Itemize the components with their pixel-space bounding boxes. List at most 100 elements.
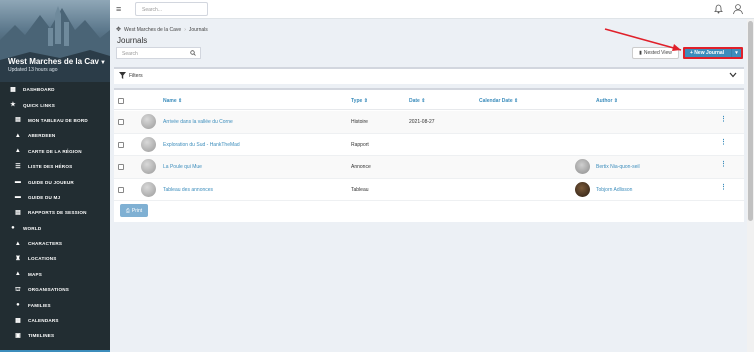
sidebar-item-guide-du-joueur[interactable]: ▬ Guide du joueur <box>0 174 110 189</box>
book-icon: ▬ <box>14 179 22 186</box>
sidebar-item-label: Mon tableau de bord <box>28 117 88 123</box>
caret-down-icon[interactable]: ▾ <box>731 49 741 57</box>
scrollbar-thumb[interactable] <box>748 21 753 221</box>
journal-thumbnail <box>141 159 156 174</box>
table-row[interactable]: Exploration du Sud - HankTheMad Rapport … <box>114 134 744 156</box>
header-calendar-date[interactable]: Calendar Date ⇕ <box>479 98 518 104</box>
sidebar-item-aberdeen[interactable]: ▲ Aberdeen <box>0 128 110 143</box>
journals-table: Name ⇕ Type ⇕ Date ⇕ Calendar Date ⇕ Aut… <box>114 88 744 222</box>
journal-thumbnail <box>141 114 156 129</box>
sidebar-item-maps[interactable]: ▲ Maps <box>0 267 110 282</box>
journal-name-link[interactable]: La Poule qui Mue <box>163 164 202 170</box>
chevron-down-icon[interactable] <box>729 72 737 78</box>
select-all-checkbox[interactable] <box>118 98 124 104</box>
sidebar-item-label: World <box>23 225 42 231</box>
globe-icon: ● <box>11 225 15 232</box>
row-checkbox[interactable] <box>118 186 124 193</box>
campaign-name[interactable]: West Marches de la Cav▼ <box>8 57 106 66</box>
header-type[interactable]: Type ⇕ <box>351 98 368 104</box>
menu-toggle-icon[interactable]: ≡ <box>116 4 121 14</box>
sidebar-item-locations[interactable]: ♜ Locations <box>0 251 110 266</box>
print-label: Print <box>131 207 143 214</box>
sidebar-item-carte-de-la-r-gion[interactable]: ▲ Carte de la région <box>0 144 110 159</box>
org-icon: ⛫ <box>15 286 21 293</box>
breadcrumb-campaign[interactable]: West Marches de la Cave <box>124 27 181 33</box>
timeline-icon: ▣ <box>15 332 21 339</box>
row-checkbox[interactable] <box>118 164 124 170</box>
journal-search-input[interactable]: Search <box>116 47 201 59</box>
sidebar-item-label: Maps <box>28 271 43 277</box>
sidebar-item-label: Guide du MJ <box>28 194 61 200</box>
header-date[interactable]: Date ⇕ <box>409 98 425 104</box>
sidebar-item-guide-du-mj[interactable]: ▬ Guide du MJ <box>0 190 110 205</box>
breadcrumb-current: Journals <box>188 26 208 33</box>
sidebar-item-label: Families <box>28 302 51 308</box>
row-checkbox[interactable] <box>118 141 124 148</box>
sidebar-item-organisations[interactable]: ⛫ Organisations <box>0 282 110 297</box>
sidebar-item-world[interactable]: ● World <box>0 221 110 236</box>
sidebar-item-families[interactable]: ● Families <box>0 297 110 312</box>
sidebar-menu: ▦ Dashboard ★ Quick Links ▤ Mon tableau de bo… <box>0 82 110 344</box>
more-actions-icon[interactable]: ⋮ <box>720 139 727 146</box>
filters-label: Filters <box>129 73 143 79</box>
sidebar-item-label: Rapports de session <box>28 210 87 216</box>
journal-name-link[interactable]: Tableau des annonces <box>163 187 213 193</box>
global-search-input[interactable]: Search... <box>135 2 208 16</box>
journal-type: Tableau <box>351 186 369 193</box>
sidebar-item-rapports-de-session[interactable]: ▤ Rapports de session <box>0 205 110 220</box>
campaign-banner[interactable]: West Marches de la Cav▼ Updated 13 hours… <box>0 0 110 82</box>
dashboard-icon: ▦ <box>10 86 16 93</box>
user-icon: ▲ <box>14 240 22 247</box>
breadcrumb: ✥ West Marches de la Cave › Journals <box>116 26 208 34</box>
new-journal-label: + New Journal <box>690 50 725 56</box>
calendar-icon: ▦ <box>15 317 21 324</box>
author-link[interactable]: Tobjorn Adlisson <box>596 187 632 193</box>
print-button[interactable]: ⎙ Print <box>120 204 148 217</box>
nested-view-label: Nested View <box>643 50 672 56</box>
page-title: Journals <box>117 36 148 45</box>
table-row[interactable]: La Poule qui Mue Annonce Bertix Nia-quon… <box>114 156 744 179</box>
sidebar-item-liste-des-h-ros[interactable]: ☰ Liste des héros <box>0 159 110 174</box>
tower-icon: ♜ <box>15 255 21 262</box>
journal-name-link[interactable]: Arrivée dans la vallée du Corne <box>163 119 233 125</box>
sidebar-item-label: Dashboard <box>23 87 55 93</box>
more-actions-icon[interactable]: ⋮ <box>720 161 727 168</box>
header-name[interactable]: Name ⇕ <box>163 98 182 104</box>
campaign-name-text: West Marches de la Cav <box>8 57 100 66</box>
page-scrollbar[interactable] <box>747 19 754 352</box>
more-actions-icon[interactable]: ⋮ <box>720 116 727 123</box>
more-actions-icon[interactable]: ⋮ <box>720 184 727 191</box>
journal-type: Rapport <box>351 141 369 148</box>
journal-name-link[interactable]: Exploration du Sud - HankTheMad <box>163 142 240 148</box>
sidebar: West Marches de la Cav▼ Updated 13 hours… <box>0 0 110 352</box>
print-icon: ⎙ <box>125 207 130 214</box>
journal-thumbnail <box>141 181 156 197</box>
sidebar-item-mon-tableau-de-bord[interactable]: ▤ Mon tableau de bord <box>0 113 110 128</box>
sidebar-item-dashboard[interactable]: ▦ Dashboard <box>0 82 110 97</box>
map-pin-icon: ▲ <box>14 132 22 139</box>
journal-thumbnail <box>141 136 156 152</box>
table-row[interactable]: Arrivée dans la vallée du Corne Histoire… <box>114 111 744 134</box>
sidebar-item-quick-links[interactable]: ★ Quick Links <box>0 97 110 112</box>
author-link[interactable]: Bertix Nia-quon-seil <box>596 164 640 170</box>
sidebar-item-label: Quick Links <box>23 102 56 108</box>
filters-panel[interactable]: Filters <box>114 67 744 84</box>
report-icon: ▤ <box>15 209 21 216</box>
sidebar-item-characters[interactable]: ▲ Characters <box>0 236 110 251</box>
filter-icon <box>119 72 126 79</box>
user-menu-icon[interactable] <box>732 3 744 15</box>
sidebar-item-timelines[interactable]: ▣ Timelines <box>0 328 110 343</box>
sidebar-item-label: Locations <box>28 256 57 262</box>
map-icon: ▲ <box>14 148 22 155</box>
campaign-updated: Updated 13 hours ago <box>8 67 58 73</box>
nested-view-button[interactable]: ▮ Nested View <box>632 47 679 59</box>
row-checkbox[interactable] <box>118 119 124 125</box>
journal-date: 2021-08-27 <box>409 119 435 125</box>
table-row[interactable]: Tableau des annonces Tableau Tobjorn Adl… <box>114 179 744 201</box>
sidebar-item-label: Aberdeen <box>28 133 56 139</box>
sidebar-item-calendars[interactable]: ▦ Calendars <box>0 313 110 328</box>
bell-icon[interactable] <box>714 4 723 14</box>
new-journal-button[interactable]: + New Journal ▾ <box>683 47 743 59</box>
header-author[interactable]: Author ⇕ <box>596 98 618 104</box>
search-icon[interactable] <box>190 50 196 56</box>
